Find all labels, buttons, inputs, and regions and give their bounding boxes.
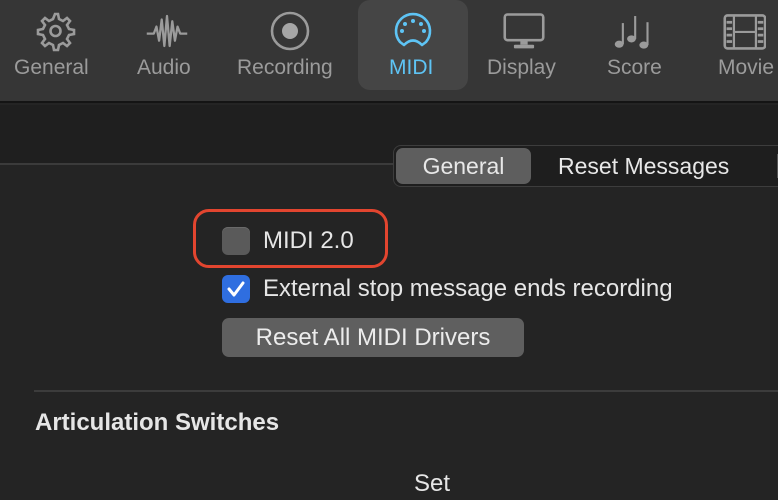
- tab-reset-messages[interactable]: Reset Messages: [544, 148, 774, 184]
- reset-all-midi-drivers-button[interactable]: Reset All MIDI Drivers: [222, 318, 524, 357]
- toolbar-item-label: Display: [487, 56, 556, 79]
- toolbar-item-audio[interactable]: Audio: [125, 0, 210, 90]
- monitor-icon: [502, 10, 546, 52]
- toolbar-item-label: Audio: [137, 56, 191, 79]
- midi2-checkbox[interactable]: [222, 227, 250, 255]
- music-notes-icon: [613, 10, 657, 52]
- toolbar-item-movie[interactable]: Movie: [705, 0, 778, 90]
- section-divider: [34, 390, 778, 392]
- toolbar-item-score[interactable]: Score: [595, 0, 680, 90]
- external-stop-label: External stop message ends recording: [263, 275, 673, 302]
- external-stop-option[interactable]: External stop message ends recording: [222, 275, 673, 303]
- toolbar-item-label: MIDI: [389, 56, 434, 79]
- set-column-label: Set: [414, 470, 451, 497]
- record-icon: [268, 10, 312, 52]
- toolbar-item-display[interactable]: Display: [480, 0, 575, 90]
- toolbar-item-label: General: [14, 56, 89, 79]
- waveform-icon: [145, 10, 189, 52]
- tab-segmented-control: General Reset Messages: [393, 145, 778, 187]
- articulation-switches-heading: Articulation Switches: [35, 409, 280, 436]
- toolbar-item-label: Recording: [237, 56, 333, 79]
- checkmark-icon: [227, 281, 245, 297]
- preferences-toolbar: General Audio Recording MIDI Display Sco…: [0, 0, 778, 103]
- toolbar-item-label: Movie: [718, 56, 775, 79]
- midi-connector-icon: [391, 10, 435, 52]
- gear-icon: [33, 10, 77, 52]
- header-divider: [0, 163, 400, 165]
- toolbar-item-recording[interactable]: Recording: [232, 0, 347, 90]
- tab-general[interactable]: General: [396, 148, 531, 184]
- toolbar-item-midi[interactable]: MIDI: [358, 0, 468, 90]
- toolbar-item-general[interactable]: General: [5, 0, 105, 90]
- film-strip-icon: [722, 10, 766, 52]
- midi2-option[interactable]: MIDI 2.0: [222, 227, 354, 255]
- midi2-label: MIDI 2.0: [263, 227, 354, 254]
- toolbar-item-label: Score: [607, 56, 662, 79]
- external-stop-checkbox[interactable]: [222, 275, 250, 303]
